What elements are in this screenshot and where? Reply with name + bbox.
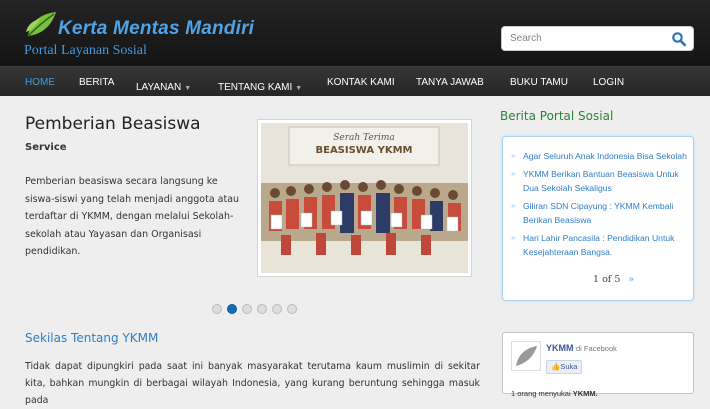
photo-scene: Serah Terima BEASISWA YKMM <box>261 123 468 273</box>
photo-banner-line1: Serah Terima <box>333 133 395 143</box>
nav-layanan-label: LAYANAN <box>136 82 182 93</box>
about-title[interactable]: Sekilas Tentang YKMM <box>25 331 158 345</box>
nav-berita[interactable]: BERITA <box>79 77 114 88</box>
logo-leaf-icon <box>26 12 56 37</box>
slide-category: Service <box>25 142 67 153</box>
pager-status: 1 of 5 <box>593 274 621 285</box>
news-section-title: Berita Portal Sosial <box>500 109 614 123</box>
slide-dot-6[interactable] <box>287 304 297 314</box>
site-title[interactable]: Kerta Mentas Mandiri <box>58 18 254 40</box>
pager-next-button[interactable]: » <box>628 274 634 285</box>
slide-dot-5[interactable] <box>272 304 282 314</box>
site-header: Kerta Mentas Mandiri Portal Layanan Sosi… <box>0 0 710 66</box>
news-item[interactable]: Giliran SDN Cipayung : YKMM Kembali Beri… <box>511 199 689 228</box>
news-item[interactable]: Agar Seluruh Anak Indonesia Bisa Sekolah <box>511 149 689 164</box>
nav-tentang-kami-label: TENTANG KAMI <box>218 82 293 93</box>
news-list: Agar Seluruh Anak Indonesia Bisa Sekolah… <box>511 149 689 263</box>
news-item[interactable]: Hari Lahir Pancasila : Pendidikan Untuk … <box>511 231 689 260</box>
news-pager: 1 of 5 » <box>593 274 634 285</box>
slide-dot-2[interactable] <box>227 304 237 314</box>
nav-home[interactable]: HOME <box>25 77 55 88</box>
search-placeholder: Search <box>510 33 542 44</box>
slide-title: Pemberian Beasiswa <box>25 114 201 134</box>
chevron-down-icon: ▼ <box>295 85 303 92</box>
about-text: Tidak dapat dipungkiri pada saat ini ban… <box>25 361 480 406</box>
search-input[interactable]: Search <box>501 26 694 51</box>
facebook-name-text: YKMM <box>546 343 574 353</box>
nav-tentang-kami[interactable]: TENTANG KAMI ▼ <box>218 77 302 95</box>
news-item[interactable]: YKMM Berikan Bantuan Beasiswa Untuk Dua … <box>511 167 689 196</box>
site-subtitle: Portal Layanan Sosial <box>24 43 147 58</box>
nav-buku-tamu[interactable]: BUKU TAMU <box>510 77 568 88</box>
news-box: Agar Seluruh Anak Indonesia Bisa Sekolah… <box>502 136 694 301</box>
slide-photo[interactable]: Serah Terima BEASISWA YKMM <box>257 119 472 277</box>
photo-banner-line2: BEASISWA YKMM <box>315 145 412 156</box>
facebook-suffix: di Facebook <box>576 344 617 353</box>
slide-dot-3[interactable] <box>242 304 252 314</box>
chevron-down-icon: ▼ <box>184 85 192 92</box>
thumbs-up-icon: 👍 <box>551 362 561 371</box>
facebook-like-button[interactable]: 👍Suka <box>546 360 583 374</box>
nav-layanan[interactable]: LAYANAN ▼ <box>136 77 191 95</box>
facebook-like-label: Suka <box>560 362 578 371</box>
slide-dot-4[interactable] <box>257 304 267 314</box>
slide-text: Pemberian beasiswa secara langsung ke si… <box>25 176 240 257</box>
slide-pagination <box>212 304 297 318</box>
facebook-page-thumbnail[interactable] <box>511 341 541 371</box>
facebook-page-name[interactable]: YKMM di Facebook <box>546 343 617 353</box>
nav-kontak-kami[interactable]: KONTAK KAMI <box>327 77 395 88</box>
slide-dot-1[interactable] <box>212 304 222 314</box>
main-nav: HOME BERITA LAYANAN ▼ TENTANG KAMI ▼ KONTA… <box>0 66 710 96</box>
logo-leaf-icon <box>516 346 537 366</box>
search-icon[interactable] <box>671 31 687 47</box>
facebook-widget: YKMM di Facebook 👍Suka 1 orang menyukai … <box>502 332 694 398</box>
nav-tanya-jawab[interactable]: TANYA JAWAB <box>416 77 484 88</box>
nav-login[interactable]: LOGIN <box>593 77 624 88</box>
